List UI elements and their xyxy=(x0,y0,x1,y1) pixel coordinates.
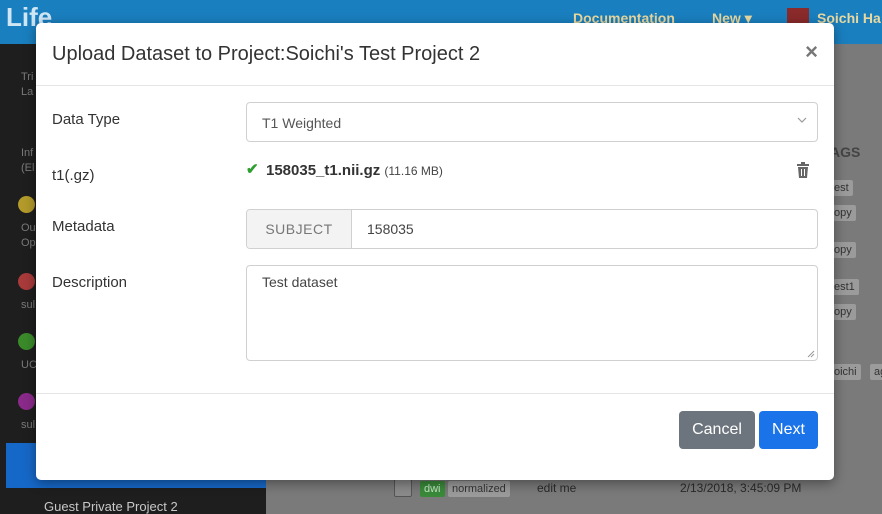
close-button[interactable]: × xyxy=(805,39,818,65)
description-label: Description xyxy=(52,274,128,291)
data-type-label: Data Type xyxy=(52,111,121,128)
file-name: 158035_t1.nii.gz (11.16 MB) xyxy=(266,162,443,179)
file-row: t1(.gz) ✔ 158035_t1.nii.gz (11.16 MB) xyxy=(52,160,818,184)
description-text: Test dataset xyxy=(262,274,338,290)
metadata-row: Metadata SUBJECT 158035 xyxy=(52,209,818,249)
description-row: Description Test dataset xyxy=(52,265,818,361)
data-type-row: Data Type T1 Weighted xyxy=(52,102,818,142)
resize-handle-icon[interactable] xyxy=(807,350,815,358)
modal-footer: Cancel Next xyxy=(36,393,834,480)
cancel-button[interactable]: Cancel xyxy=(679,411,755,449)
modal-header: Upload Dataset to Project:Soichi's Test … xyxy=(36,23,834,86)
metadata-label: Metadata xyxy=(52,218,115,235)
trash-icon[interactable] xyxy=(796,162,810,178)
file-label: t1(.gz) xyxy=(52,167,95,184)
chevron-down-icon xyxy=(797,117,807,123)
data-type-selected-value: T1 Weighted xyxy=(262,115,342,131)
file-name-text: 158035_t1.nii.gz xyxy=(266,162,381,179)
subject-addon: SUBJECT xyxy=(247,210,352,248)
description-textarea[interactable]: Test dataset xyxy=(246,265,818,361)
modal-title: Upload Dataset to Project:Soichi's Test … xyxy=(52,43,481,65)
check-icon: ✔ xyxy=(246,161,259,178)
subject-input[interactable]: 158035 xyxy=(367,221,414,237)
upload-dataset-modal: Upload Dataset to Project:Soichi's Test … xyxy=(36,23,834,480)
next-button[interactable]: Next xyxy=(759,411,818,449)
data-type-select[interactable]: T1 Weighted xyxy=(246,102,818,142)
subject-input-group: SUBJECT 158035 xyxy=(246,209,818,249)
file-size: (11.16 MB) xyxy=(384,164,443,178)
